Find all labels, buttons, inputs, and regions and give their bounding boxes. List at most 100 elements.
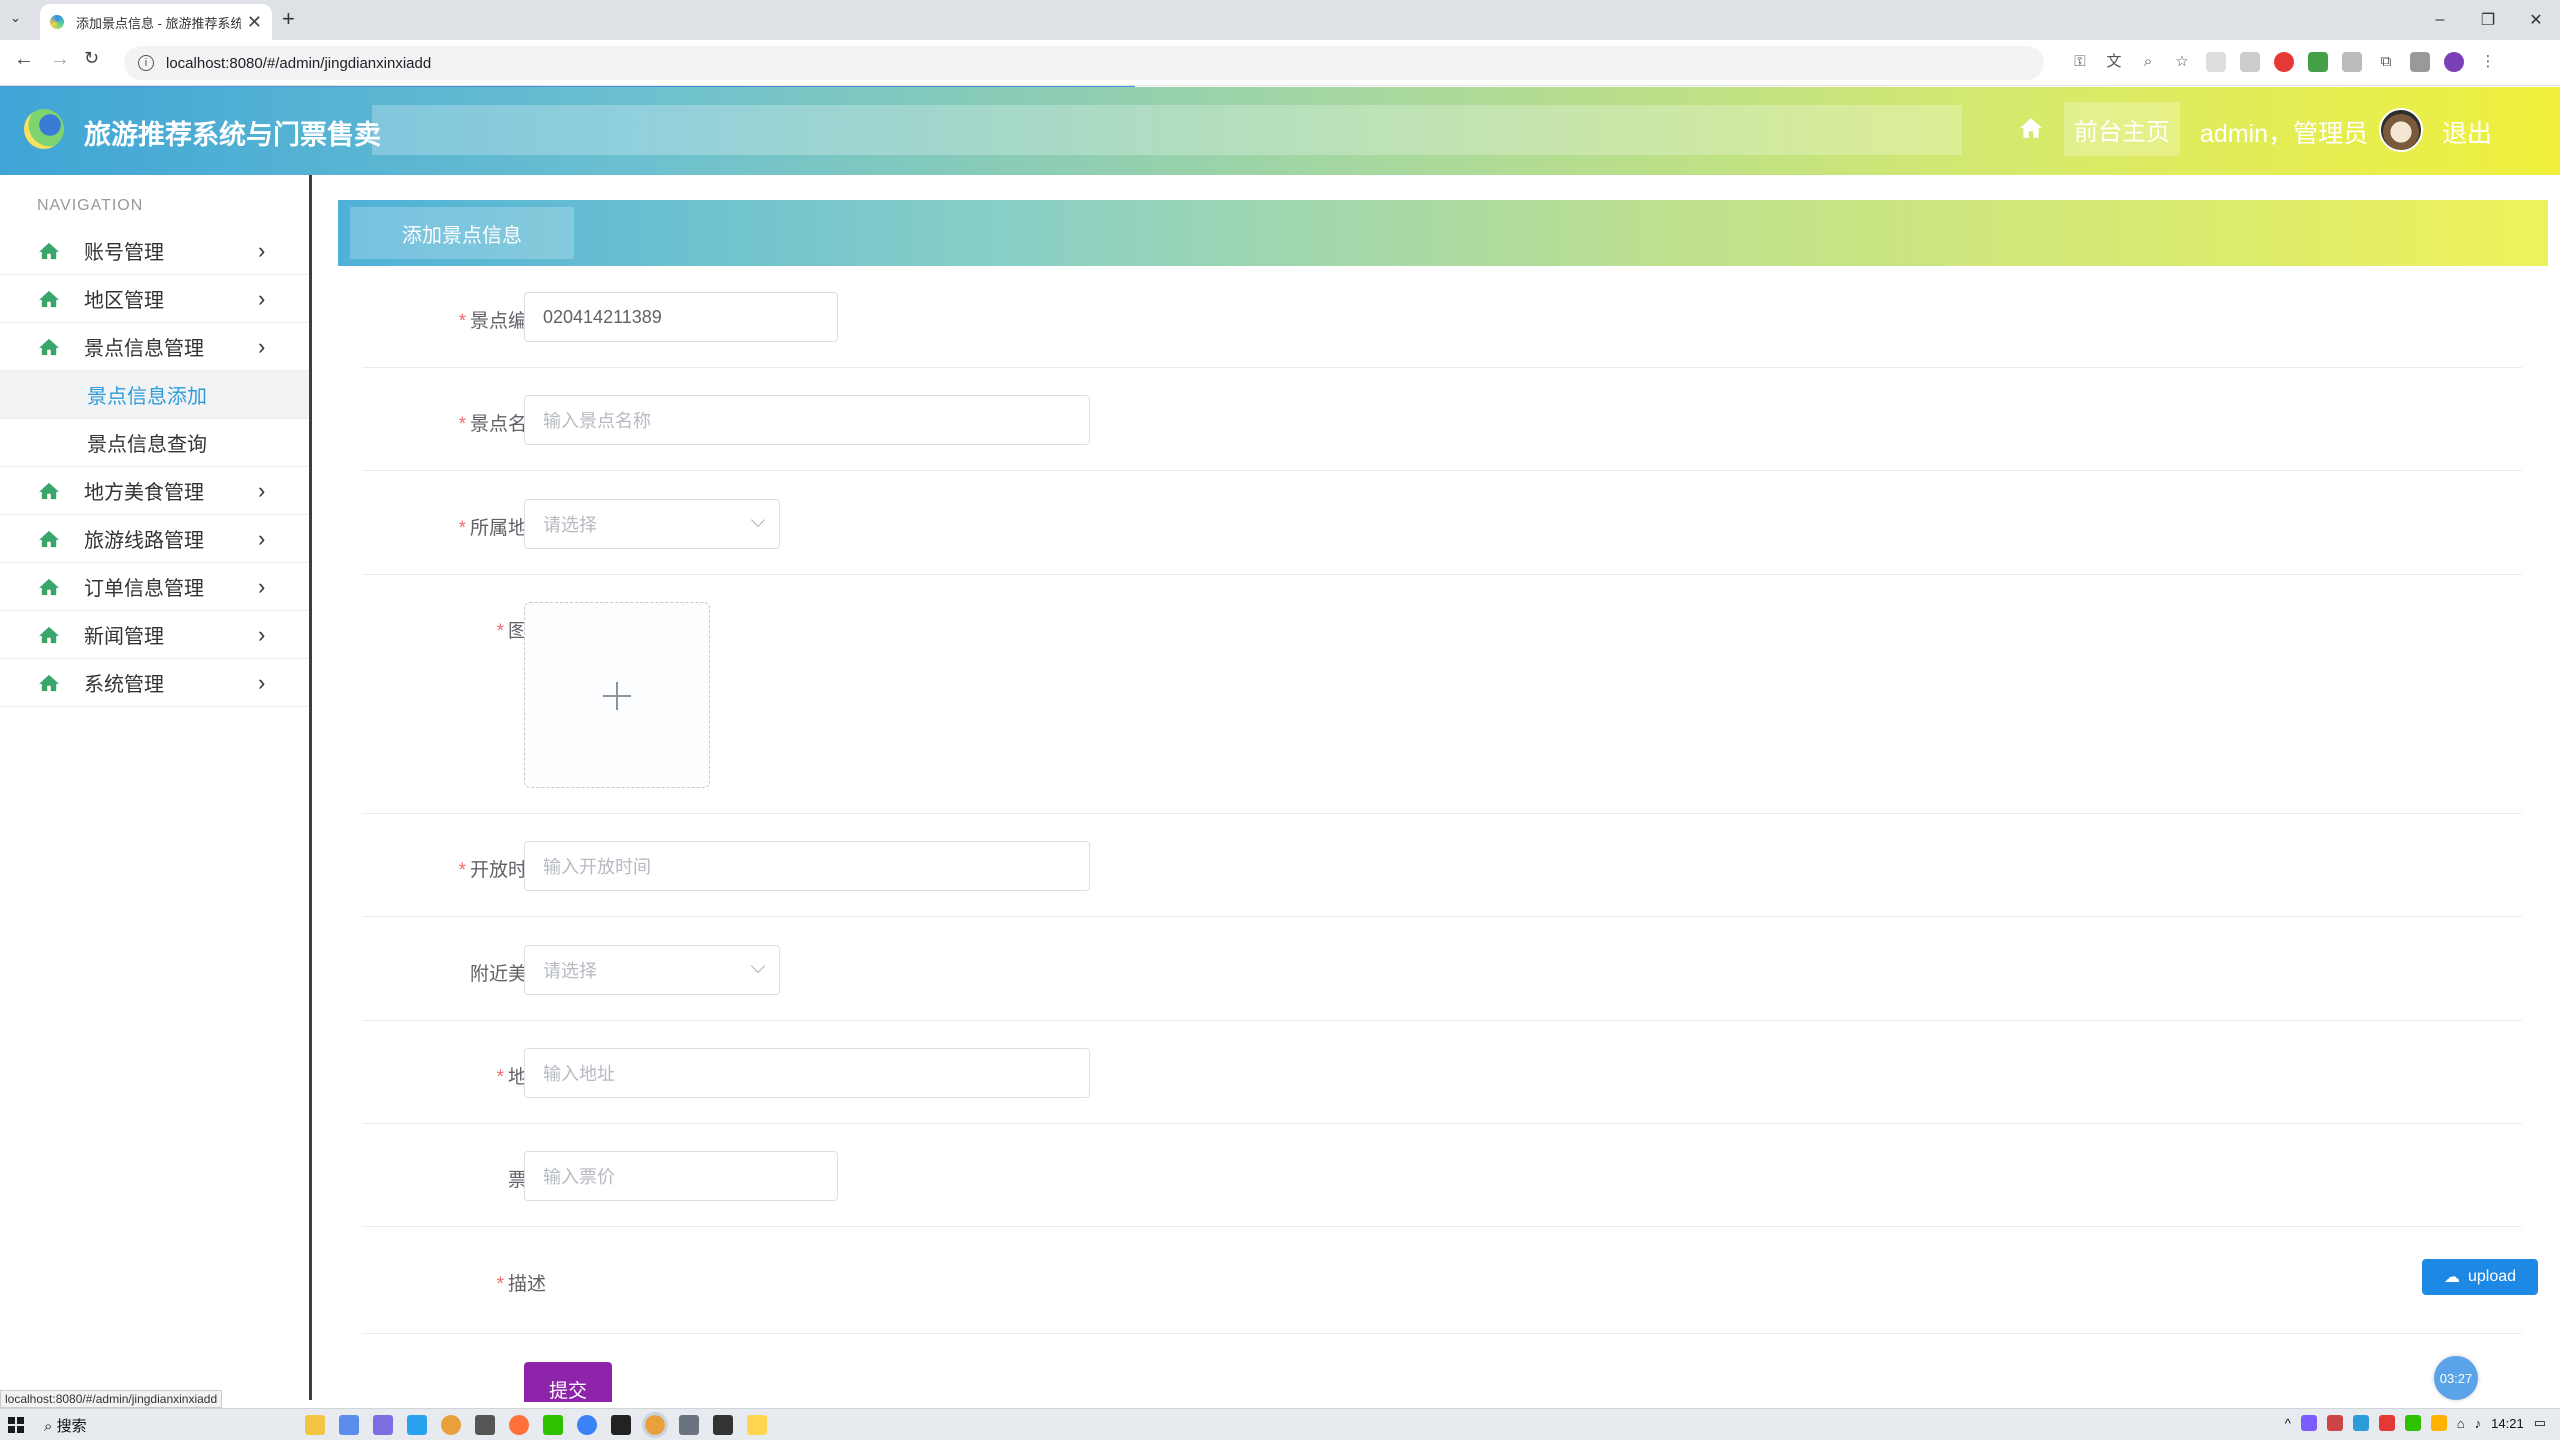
upload-label: upload bbox=[2467, 1268, 2517, 1285]
file-explorer-icon[interactable] bbox=[305, 1415, 325, 1435]
current-user: admin，管理员 bbox=[2200, 120, 2369, 148]
sidebar-item-label: 新闻管理 bbox=[84, 626, 164, 648]
chrome-icon[interactable] bbox=[441, 1415, 461, 1435]
app-icon[interactable] bbox=[611, 1415, 631, 1435]
tab-search-chevron-icon[interactable]: ⌄ bbox=[10, 10, 21, 26]
windows-start-icon[interactable] bbox=[8, 1417, 24, 1433]
extensions-puzzle-icon[interactable]: ⧉ bbox=[2376, 52, 2396, 72]
forward-icon[interactable]: → bbox=[50, 48, 70, 71]
minimize-icon[interactable]: – bbox=[2416, 0, 2464, 40]
app-icon[interactable] bbox=[679, 1415, 699, 1435]
tray-app-icon[interactable] bbox=[2326, 1415, 2343, 1431]
name-input[interactable]: 输入景点名称 bbox=[524, 395, 1090, 445]
new-tab-button[interactable]: + bbox=[282, 6, 295, 32]
sidebar-item-attractions[interactable]: 景点信息管理 › bbox=[0, 323, 309, 371]
sidepanel-icon[interactable] bbox=[2410, 52, 2430, 72]
submit-button[interactable]: 提交 bbox=[524, 1362, 612, 1402]
more-menu-icon[interactable]: ⋮ bbox=[2478, 52, 2498, 72]
app-icon[interactable] bbox=[577, 1415, 597, 1435]
tray-app-icon[interactable] bbox=[2300, 1415, 2317, 1431]
green-ext-icon[interactable] bbox=[2308, 52, 2328, 72]
address-input[interactable]: 输入地址 bbox=[524, 1048, 1090, 1098]
form-row-code: * 景点编号 020414211389 bbox=[362, 292, 2522, 368]
notepad-icon[interactable] bbox=[747, 1415, 767, 1435]
region-select[interactable]: 请选择 bbox=[524, 499, 780, 549]
image-ext-icon[interactable] bbox=[2240, 52, 2260, 72]
sidebar-item-news[interactable]: 新闻管理 › bbox=[0, 611, 309, 659]
address-bar[interactable]: i localhost:8080/#/admin/jingdianxinxiad… bbox=[124, 46, 2044, 80]
settings-icon[interactable] bbox=[475, 1415, 495, 1435]
sidebar-item-system[interactable]: 系统管理 › bbox=[0, 659, 309, 707]
tray-expand-icon[interactable]: ^ bbox=[2285, 1416, 2291, 1431]
network-icon[interactable]: ⌂ bbox=[2457, 1416, 2465, 1431]
volume-icon[interactable]: ♪ bbox=[2475, 1416, 2482, 1431]
profile-icon[interactable] bbox=[2444, 52, 2464, 72]
tray-app-icon[interactable] bbox=[2378, 1415, 2395, 1431]
sidebar: NAVIGATION 账号管理 › 地区管理 › 景点信息管理 › 景点信息添加… bbox=[0, 175, 312, 1400]
sidebar-item-regions[interactable]: 地区管理 › bbox=[0, 275, 309, 323]
sidebar-menu: 账号管理 › 地区管理 › 景点信息管理 › 景点信息添加 景点信息查询 地方美… bbox=[0, 227, 309, 707]
timer-badge[interactable]: 03:27 bbox=[2434, 1356, 2478, 1400]
sidebar-item-local-food[interactable]: 地方美食管理 › bbox=[0, 467, 309, 515]
region-placeholder: 请选择 bbox=[543, 515, 597, 535]
copy-ext-icon[interactable] bbox=[2342, 52, 2362, 72]
tab-add-attraction[interactable]: 添加景点信息 bbox=[350, 207, 574, 259]
app-icon[interactable] bbox=[339, 1415, 359, 1435]
sidebar-item-routes[interactable]: 旅游线路管理 › bbox=[0, 515, 309, 563]
sidebar-subitem-attraction-add[interactable]: 景点信息添加 bbox=[0, 371, 309, 419]
code-input[interactable]: 020414211389 bbox=[524, 292, 838, 342]
chevron-right-icon: › bbox=[258, 477, 266, 503]
main-content: 添加景点信息 * 景点编号 020414211389 * 景点名称 输入景点名称 *… bbox=[338, 200, 2548, 1402]
close-window-icon[interactable]: ✕ bbox=[2512, 0, 2560, 40]
home-icon[interactable] bbox=[2018, 115, 2044, 141]
home-icon bbox=[39, 482, 59, 500]
upload-button[interactable]: ☁ upload bbox=[2422, 1259, 2538, 1295]
os-taskbar: ⌕ 搜索 ^ ⌂ ♪ 14:21 ▭ bbox=[0, 1408, 2560, 1440]
translate-icon[interactable]: 文 bbox=[2104, 52, 2124, 72]
home-icon bbox=[39, 290, 59, 308]
frontend-home-button[interactable]: 前台主页 bbox=[2064, 102, 2180, 156]
reload-icon[interactable]: ↻ bbox=[84, 48, 99, 69]
password-key-icon[interactable]: ⚿ bbox=[2070, 52, 2090, 72]
browser-tabbar: ⌄ 添加景点信息 - 旅游推荐系统与 ✕ + – ❐ ✕ bbox=[0, 0, 2560, 40]
price-input[interactable]: 输入票价 bbox=[524, 1151, 838, 1201]
tray-app-icon[interactable] bbox=[2404, 1415, 2421, 1431]
food-select[interactable]: 请选择 bbox=[524, 945, 780, 995]
sidebar-item-accounts[interactable]: 账号管理 › bbox=[0, 227, 309, 275]
taskbar-search[interactable]: ⌕ 搜索 bbox=[44, 1415, 87, 1436]
back-icon[interactable]: ← bbox=[14, 48, 34, 71]
notification-icon[interactable]: ▭ bbox=[2534, 1415, 2546, 1431]
image-uploader[interactable] bbox=[524, 602, 710, 788]
site-info-icon[interactable]: i bbox=[138, 55, 154, 71]
sidebar-subitem-attraction-query[interactable]: 景点信息查询 bbox=[0, 419, 309, 467]
tray-app-icon[interactable] bbox=[2352, 1415, 2369, 1431]
close-tab-icon[interactable]: ✕ bbox=[247, 12, 262, 33]
form-row-open-time: * 开放时间 输入开放时间 bbox=[362, 841, 2522, 917]
sidebar-item-label: 订单信息管理 bbox=[84, 578, 204, 600]
window-controls: – ❐ ✕ bbox=[2416, 0, 2560, 40]
wechat-icon[interactable] bbox=[543, 1415, 563, 1435]
screenshot-icon[interactable] bbox=[2206, 52, 2226, 72]
zoom-icon[interactable]: ⌕ bbox=[2138, 52, 2158, 72]
avatar[interactable] bbox=[2379, 108, 2423, 152]
clock[interactable]: 14:21 bbox=[2491, 1416, 2524, 1431]
restore-icon[interactable]: ❐ bbox=[2464, 0, 2512, 40]
sidebar-item-label: 地区管理 bbox=[84, 290, 164, 312]
chrome-active-icon[interactable] bbox=[642, 1412, 668, 1438]
nav-heading: NAVIGATION bbox=[37, 197, 144, 214]
form-row-description: * 描述 ☁ upload bbox=[362, 1259, 2538, 1334]
bookmark-star-icon[interactable]: ☆ bbox=[2172, 52, 2192, 72]
system-tray: ^ ⌂ ♪ 14:21 ▭ bbox=[2285, 1415, 2546, 1431]
food-placeholder: 请选择 bbox=[543, 961, 597, 981]
shield-ext-icon[interactable] bbox=[2274, 52, 2294, 72]
logout-button[interactable]: 退出 bbox=[2442, 114, 2492, 150]
app-icon[interactable] bbox=[407, 1415, 427, 1435]
browser-tab[interactable]: 添加景点信息 - 旅游推荐系统与 ✕ bbox=[40, 4, 272, 40]
firefox-icon[interactable] bbox=[509, 1415, 529, 1435]
app-icon[interactable] bbox=[373, 1415, 393, 1435]
open-time-input[interactable]: 输入开放时间 bbox=[524, 841, 1090, 891]
tray-app-icon[interactable] bbox=[2430, 1415, 2447, 1431]
sidebar-item-orders[interactable]: 订单信息管理 › bbox=[0, 563, 309, 611]
tab-title: 添加景点信息 - 旅游推荐系统与 bbox=[76, 15, 241, 31]
terminal-icon[interactable] bbox=[713, 1415, 733, 1435]
